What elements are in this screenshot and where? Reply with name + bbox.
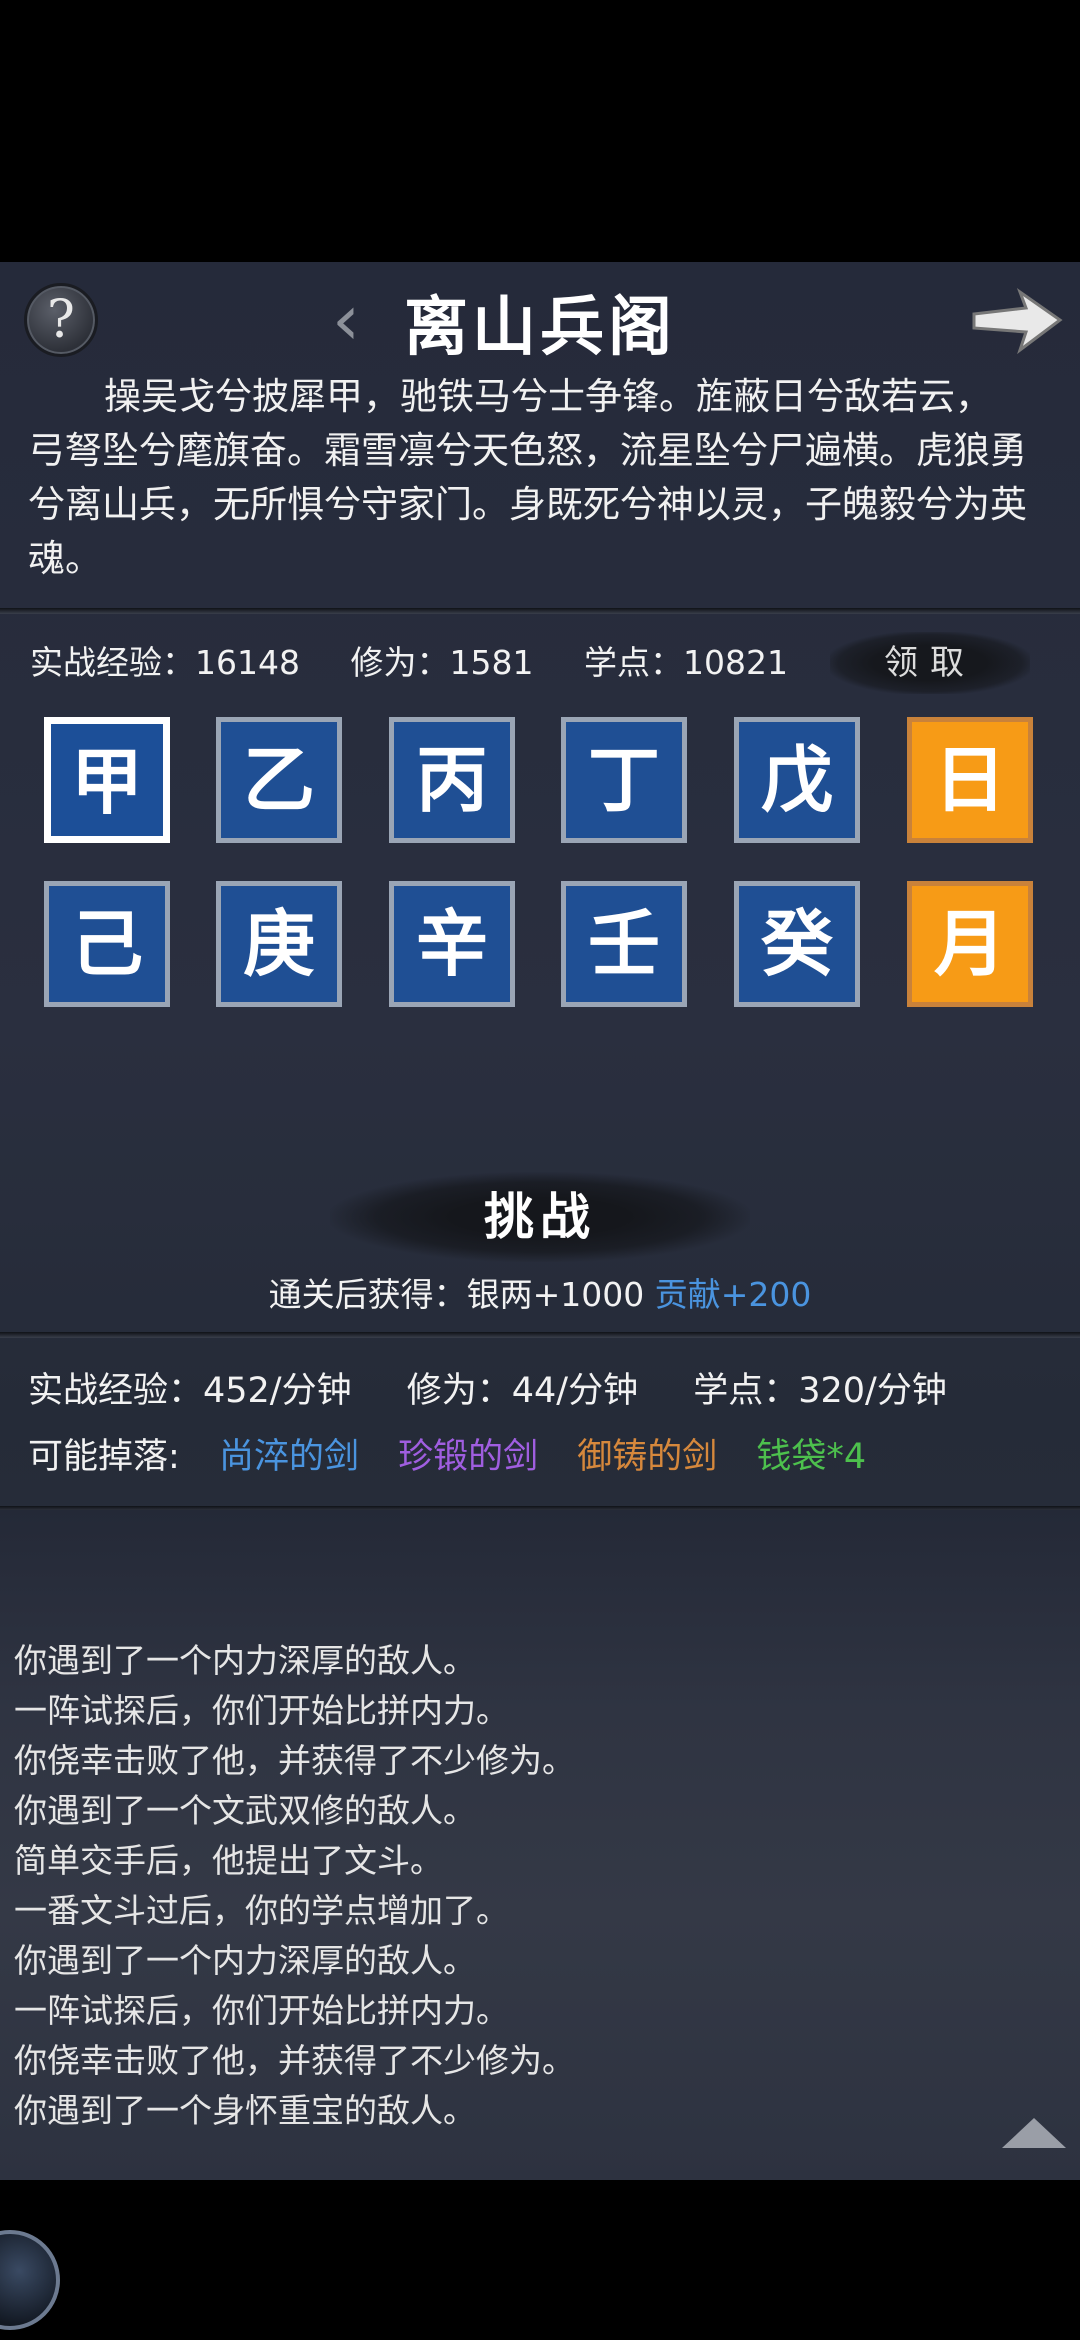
stage-description: 操吴戈兮披犀甲，驰铁马兮士争锋。旌蔽日兮敌若云，弓弩坠兮麾旗奋。霜雪凛兮天色怒，… (28, 375, 1027, 580)
drops-label: 可能掉落: (28, 1437, 180, 1477)
stage-tile[interactable]: 庚 (216, 881, 342, 1007)
reward-silver: 通关后获得：银两+1000 (268, 1275, 655, 1314)
scroll-up-icon[interactable] (1002, 2118, 1066, 2148)
stage-tile[interactable]: 壬 (561, 881, 687, 1007)
study-points-stat: 学点：10821 (583, 643, 788, 682)
combat-exp-rate: 实战经验：452/分钟 (28, 1371, 352, 1411)
stage-tile[interactable]: 月 (907, 881, 1033, 1007)
study-points-rate: 学点：320/分钟 (693, 1371, 947, 1411)
cultivation-stat: 修为：1581 (350, 643, 534, 682)
log-line: 你侥幸击败了他，并获得了不少修为。 (14, 1741, 575, 1780)
log-line: 简单交手后，他提出了文斗。 (14, 1841, 443, 1880)
section-divider (0, 1332, 1080, 1338)
log-line: 你遇到了一个内力深厚的敌人。 (14, 1941, 476, 1980)
rates-row: 实战经验：452/分钟 修为：44/分钟 学点：320/分钟 (28, 1366, 991, 1416)
page-title: 离山兵阁 (404, 290, 676, 365)
stage-tile[interactable]: 丙 (389, 717, 515, 843)
top-black-bar (0, 0, 1080, 262)
previous-arrow-icon[interactable]: ‹ (332, 280, 360, 360)
drop-item[interactable]: 钱袋*4 (756, 1437, 866, 1477)
next-arrow-icon[interactable] (968, 286, 1064, 356)
section-divider (0, 608, 1080, 614)
log-line: 你遇到了一个身怀重宝的敌人。 (14, 2091, 476, 2130)
combat-exp-stat: 实战经验：16148 (30, 643, 300, 682)
log-line: 一阵试探后，你们开始比拼内力。 (14, 1691, 509, 1730)
battle-log: 你遇到了一个内力深厚的敌人。 一阵试探后，你们开始比拼内力。 你侥幸击败了他，并… (14, 1636, 1014, 2136)
drops-row: 可能掉落: 尚淬的剑 珍锻的剑 御铸的剑 钱袋*4 (28, 1432, 866, 1482)
drop-item[interactable]: 御铸的剑 (577, 1437, 717, 1477)
challenge-button[interactable]: 挑战 (330, 1172, 750, 1262)
stage-tile[interactable]: 乙 (216, 717, 342, 843)
stage-tile[interactable]: 丁 (561, 717, 687, 843)
stage-tile[interactable]: 辛 (389, 881, 515, 1007)
reward-contribution: 贡献+200 (654, 1275, 812, 1314)
log-line: 你遇到了一个内力深厚的敌人。 (14, 1641, 476, 1680)
log-line: 一阵试探后，你们开始比拼内力。 (14, 1991, 509, 2030)
claim-button[interactable]: 领取 (830, 632, 1030, 694)
log-line: 你侥幸击败了他，并获得了不少修为。 (14, 2041, 575, 2080)
stage-tile[interactable]: 己 (44, 881, 170, 1007)
drop-item[interactable]: 尚淬的剑 (219, 1437, 359, 1477)
cultivation-rate: 修为：44/分钟 (406, 1371, 639, 1411)
stage-tile[interactable]: 戊 (734, 717, 860, 843)
log-line: 一番文斗过后，你的学点增加了。 (14, 1891, 509, 1930)
reward-line: 通关后获得：银两+1000 贡献+200 (0, 1270, 1080, 1320)
stage-tile[interactable]: 日 (907, 717, 1033, 843)
drop-item[interactable]: 珍锻的剑 (398, 1437, 538, 1477)
log-line: 你遇到了一个文武双修的敌人。 (14, 1791, 476, 1830)
stage-tile[interactable]: 癸 (734, 881, 860, 1007)
bottom-black-bar (0, 2180, 1080, 2340)
stage-tile[interactable]: 甲 (44, 717, 170, 843)
stats-row: 实战经验：16148 修为：1581 学点：10821 (30, 640, 828, 686)
